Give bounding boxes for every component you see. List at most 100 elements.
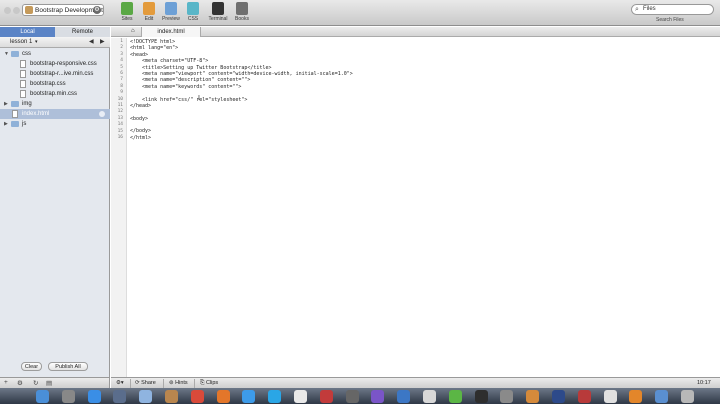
hints-label: Hints xyxy=(175,380,188,386)
toolbar-sites-button[interactable]: Sites xyxy=(117,2,137,24)
evernote-icon[interactable] xyxy=(449,390,462,403)
finder-icon[interactable] xyxy=(36,390,49,403)
calendar-icon[interactable] xyxy=(294,390,307,403)
folder-dropdown-icon[interactable]: ▾ xyxy=(35,39,38,45)
tool-label: Books xyxy=(235,16,249,22)
folder-path-bar: lesson 1 ▾ ◀ ▶ xyxy=(0,37,110,48)
site-settings-gear-icon[interactable]: ⚙ xyxy=(93,6,101,14)
tree-item-bootstrap-responsive-css[interactable]: bootstrap-responsive.css xyxy=(0,59,110,69)
toolbar-books-button[interactable]: Books xyxy=(232,2,252,24)
mission-control-icon[interactable] xyxy=(113,390,126,403)
site-selector[interactable]: Bootstrap Development ⚙ xyxy=(22,4,104,16)
file-icon xyxy=(20,80,26,88)
toolbar-css-palette-button[interactable]: CSS xyxy=(183,2,203,24)
tool-label: Edit xyxy=(144,16,154,22)
downloads-folder-icon[interactable] xyxy=(655,390,668,403)
skype-icon[interactable] xyxy=(268,390,281,403)
tree-item-label: index.html xyxy=(22,111,50,117)
activity-monitor-icon[interactable] xyxy=(346,390,359,403)
minimize-window-button[interactable] xyxy=(13,7,20,14)
sequel-pro-icon[interactable] xyxy=(526,390,539,403)
itunes-icon[interactable] xyxy=(371,390,384,403)
tool-label: Terminal xyxy=(208,16,228,22)
toolbar-edit-pencil-button[interactable]: Edit xyxy=(139,2,159,24)
launchpad-icon[interactable] xyxy=(62,390,75,403)
search-icon: ⌕ xyxy=(635,6,639,13)
tool-label: CSS xyxy=(187,16,199,22)
tree-item-js[interactable]: ▶ js xyxy=(0,119,110,129)
file-search-input[interactable]: ⌕ Files xyxy=(631,4,714,15)
tree-item-bootstrap-min-css[interactable]: bootstrap.min.css xyxy=(0,89,110,99)
tree-item-index-html[interactable]: index.html xyxy=(0,109,110,119)
close-window-button[interactable] xyxy=(4,7,11,14)
tree-item-label: bootstrap-responsive.css xyxy=(30,61,97,67)
window-toolbar: Bootstrap Development ⚙ Sites Edit Preview… xyxy=(0,0,720,26)
xcode-icon[interactable] xyxy=(397,390,410,403)
terminal-icon xyxy=(212,2,224,15)
refresh-icon[interactable]: ↻ xyxy=(33,379,38,387)
clear-button[interactable]: Clear xyxy=(21,362,42,371)
line-number: 5 xyxy=(120,64,123,70)
textedit-icon[interactable] xyxy=(604,390,617,403)
cursor-position: 10:17 xyxy=(697,380,711,386)
mail-icon[interactable] xyxy=(139,390,152,403)
trash-icon[interactable] xyxy=(681,390,694,403)
system-preferences-icon[interactable] xyxy=(500,390,513,403)
add-icon[interactable]: + xyxy=(4,379,8,386)
forward-arrow-icon[interactable]: ▶ xyxy=(100,38,105,45)
action-gear-icon[interactable]: ⚙ xyxy=(17,379,23,387)
folder-icon xyxy=(11,101,19,107)
chrome-icon[interactable] xyxy=(191,390,204,403)
line-number: 1 xyxy=(120,39,123,44)
code-line[interactable]: </html> xyxy=(130,135,353,141)
safari-icon[interactable] xyxy=(242,390,255,403)
filter-icon[interactable]: ▤ xyxy=(46,379,52,387)
photos-icon[interactable] xyxy=(320,390,333,403)
search-files-label: Search Files xyxy=(656,17,684,23)
tree-item-label: js xyxy=(22,121,27,127)
home-icon[interactable]: ⌂ xyxy=(131,28,135,34)
tree-item-img[interactable]: ▶ img xyxy=(0,99,110,109)
vlc-icon[interactable] xyxy=(629,390,642,403)
tree-item-label: bootstrap.min.css xyxy=(30,91,78,97)
terminal-app-icon[interactable] xyxy=(475,390,488,403)
filezilla-icon[interactable] xyxy=(578,390,591,403)
open-file-indicator-icon xyxy=(99,111,105,117)
tab-local[interactable]: Local xyxy=(0,27,55,37)
folder-icon xyxy=(11,121,19,127)
photoshop-icon[interactable] xyxy=(552,390,565,403)
hints-button[interactable]: ⊚ Hints xyxy=(169,380,188,386)
line-number: 2 xyxy=(120,45,123,51)
search-placeholder: Files xyxy=(643,6,656,12)
disclosure-open-icon[interactable]: ▼ xyxy=(4,49,9,59)
tree-item-css[interactable]: ▼ css xyxy=(0,49,110,59)
sites-icon xyxy=(121,2,133,15)
firefox-icon[interactable] xyxy=(217,390,230,403)
toolbar-terminal-button[interactable]: Terminal xyxy=(208,2,228,24)
coda-icon[interactable] xyxy=(423,390,436,403)
contacts-icon[interactable] xyxy=(165,390,178,403)
text-cursor-icon: I xyxy=(198,95,200,102)
current-folder-label[interactable]: lesson 1 xyxy=(10,39,32,45)
clips-button[interactable]: ⎘ Clips xyxy=(200,380,218,387)
toolbar-preview-magnifier-button[interactable]: Preview xyxy=(161,2,181,24)
line-number: 14 xyxy=(117,122,123,128)
share-button[interactable]: ⟳ Share xyxy=(135,380,156,386)
app-store-icon[interactable] xyxy=(88,390,101,403)
editor-gear-icon[interactable]: ⚙▾ xyxy=(116,380,124,386)
tab-remote[interactable]: Remote xyxy=(55,27,110,37)
disclosure-closed-icon[interactable]: ▶ xyxy=(4,99,8,109)
code-area[interactable]: <!DOCTYPE html> <html lang="en"> <head> <m… xyxy=(130,39,353,141)
code-editor[interactable]: ⌂ index.html 1 2 3 4 5 6 7 8 9 10 11 12 13 14 15 16 <!D… xyxy=(111,27,720,377)
line-number: 6 xyxy=(120,71,123,76)
tree-item-label: css xyxy=(22,51,31,57)
tree-item-bootstrap-css[interactable]: bootstrap.css xyxy=(0,79,110,89)
tree-item-bootstrap-r-ive-min-css[interactable]: bootstrap-r...ive.min.css xyxy=(0,69,110,79)
folder-icon xyxy=(11,51,19,57)
divider xyxy=(194,379,195,388)
disclosure-closed-icon[interactable]: ▶ xyxy=(4,119,8,129)
publish-all-button[interactable]: Publish All xyxy=(48,362,88,371)
line-number: 13 xyxy=(117,115,123,121)
tab-index-html[interactable]: index.html xyxy=(141,27,201,37)
back-arrow-icon[interactable]: ◀ xyxy=(89,38,94,45)
